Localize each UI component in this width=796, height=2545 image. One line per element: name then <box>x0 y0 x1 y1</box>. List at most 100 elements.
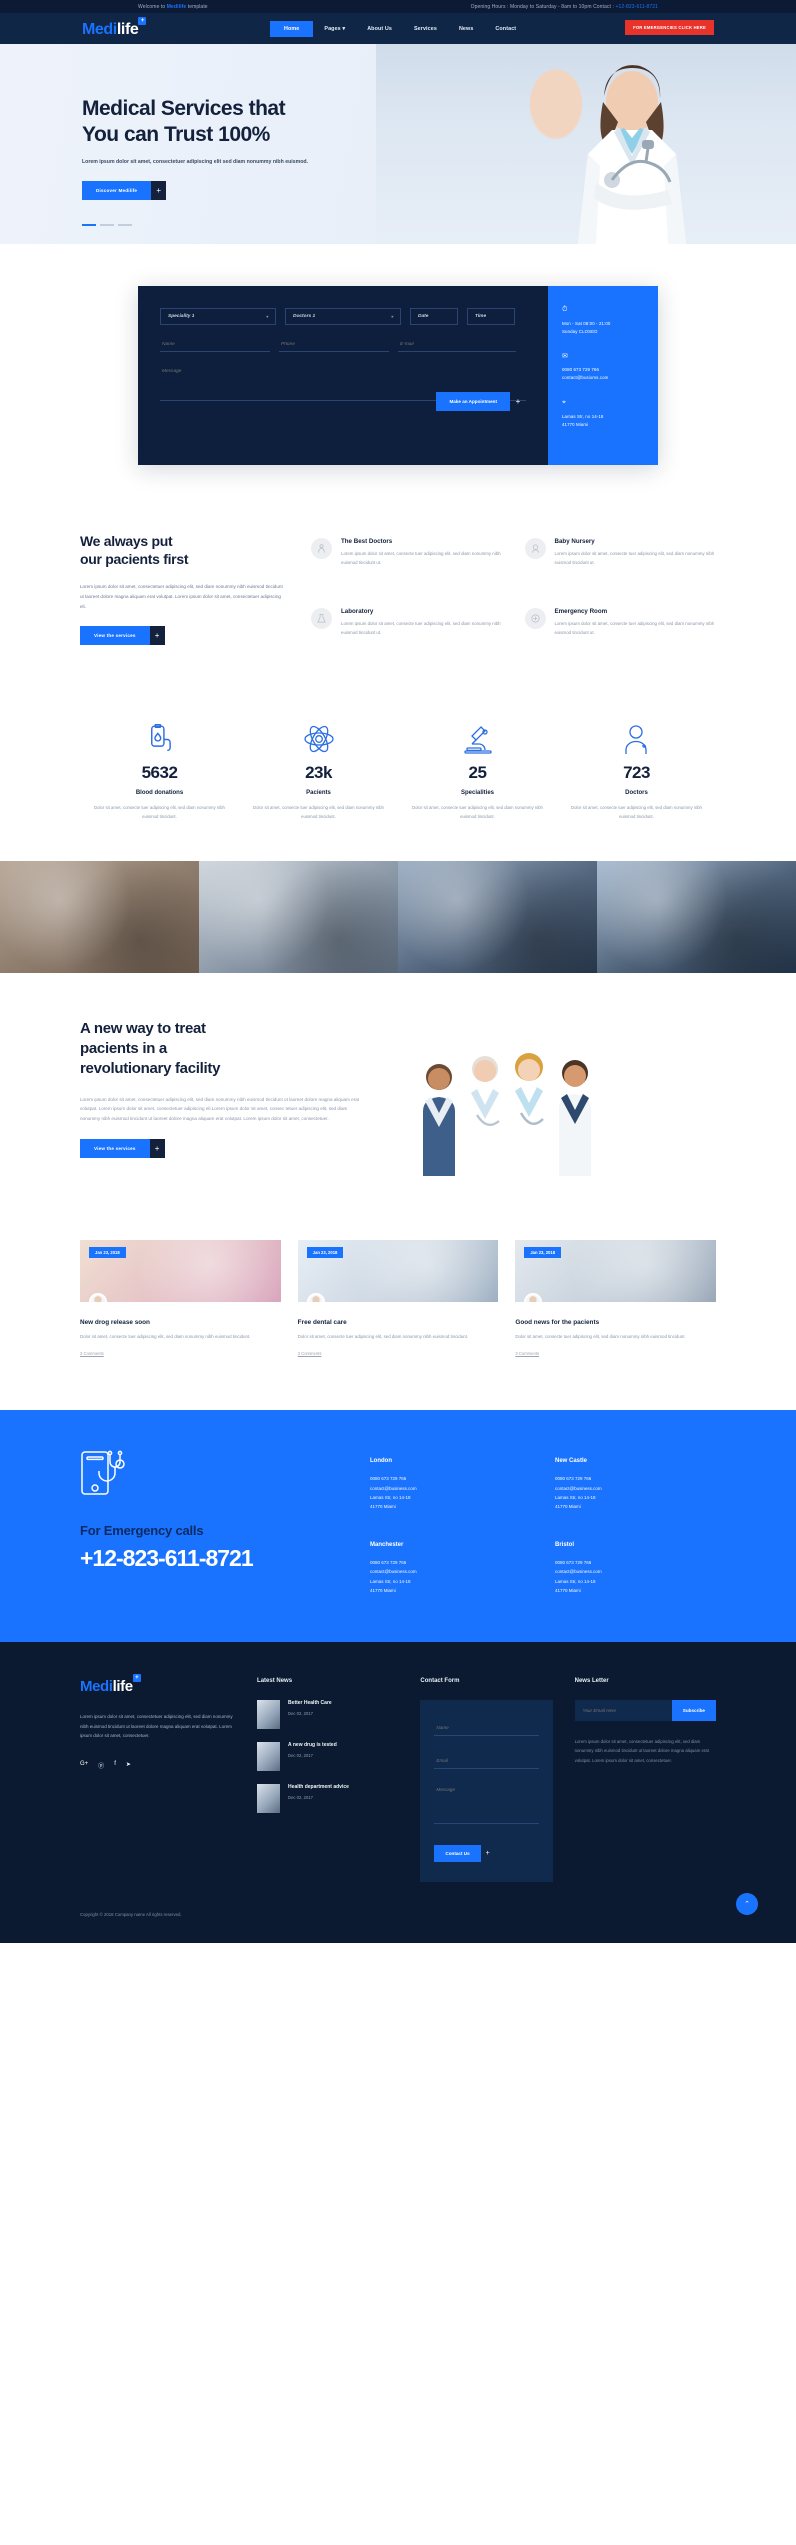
location-phone[interactable]: 0080 673 729 766 <box>555 1558 716 1567</box>
facility-view-services-button[interactable]: View the services + <box>80 1138 165 1158</box>
stats-section: 5632 Blood donations Dolor sit amet, con… <box>80 685 716 861</box>
latest-news-item-title[interactable]: Health department advice <box>288 1784 349 1790</box>
news-card[interactable]: Jan 23, 2018 Free dental care Dolor sit … <box>297 1240 499 1360</box>
footer-message-input[interactable] <box>434 1781 539 1824</box>
news-title[interactable]: New drog release soon <box>80 1319 281 1326</box>
view-services-button[interactable]: View the services + <box>80 626 165 646</box>
news-comments-link[interactable]: 3 Comments <box>80 1351 104 1356</box>
footer-latest-news: Latest News Better Health Care Dec 02, 2… <box>257 1678 398 1882</box>
info-phone[interactable]: 0080 673 729 766 <box>562 366 644 374</box>
slider-dot-2[interactable] <box>100 224 114 226</box>
emergency-heading: For Emergency calls <box>80 1523 204 1539</box>
location-email[interactable]: contact@business.com <box>370 1567 531 1576</box>
news-title[interactable]: Free dental care <box>298 1319 499 1326</box>
nav-item-news[interactable]: News <box>448 21 484 37</box>
emergency-button[interactable]: FOR EMERGENCIES CLICK HERE <box>625 20 714 35</box>
location-phone[interactable]: 0080 673 729 766 <box>370 1558 531 1567</box>
slider-dot-1[interactable] <box>82 224 96 226</box>
contact-us-button[interactable]: Contact Us + <box>434 1844 494 1862</box>
address-line-2: 41770 Miami <box>562 421 589 427</box>
location-email[interactable]: contact@business.com <box>555 1567 716 1576</box>
phone-stethoscope-icon <box>81 1450 125 1495</box>
service-item[interactable]: Emergency Room Lorem ipsum dolor sit ame… <box>524 608 717 645</box>
location-phone[interactable]: 0080 673 729 766 <box>370 1474 531 1483</box>
subscribe-button[interactable]: Subscribe <box>671 1699 716 1721</box>
plus-icon: + <box>515 397 521 406</box>
pinterest-icon[interactable]: ⓟ <box>98 1761 104 1770</box>
email-input[interactable] <box>398 338 516 352</box>
newsletter-email-input[interactable] <box>574 1699 672 1721</box>
speciality-select[interactable]: Speciality 1 ▾ <box>160 308 276 325</box>
service-desc: Lorem ipsum dolor sit amet, consecte tue… <box>341 550 501 565</box>
phone-input[interactable] <box>279 338 389 352</box>
opening-hours-text: Opening Hours : Monday to Saturday - 8am… <box>471 4 658 10</box>
news-date-badge: Jan 23, 2018 <box>524 1247 562 1259</box>
logo-plus-badge: + <box>138 17 147 25</box>
patients-first-title: We always put our pacients first <box>80 532 285 568</box>
hero-slider-dots[interactable] <box>82 224 132 226</box>
news-card[interactable]: Jan 23, 2018 Good news for the pacients … <box>515 1240 717 1360</box>
facility-body: Lorem ipsum dolor sit amet, consectetuer… <box>80 1096 360 1121</box>
service-title: Emergency Room <box>554 608 608 616</box>
news-thumbnail <box>257 1783 281 1813</box>
location-item: Manchester 0080 673 729 766 contact@busi… <box>370 1542 531 1596</box>
date-field[interactable]: Date <box>410 308 458 325</box>
location-item: London 0080 673 729 766 contact@business… <box>370 1458 531 1512</box>
news-desc: Dolor sit amet, consecte tuer adipiscing… <box>297 1334 469 1340</box>
service-item[interactable]: Laboratory Lorem ipsum dolor sit amet, c… <box>311 608 503 645</box>
author-avatar <box>524 1293 543 1303</box>
footer-logo[interactable]: Medilife + <box>80 1673 141 1695</box>
latest-news-item-title[interactable]: A new drug is tested <box>288 1742 337 1748</box>
service-item[interactable]: Baby Nursery Lorem ipsum dolor sit amet,… <box>524 537 717 575</box>
location-email[interactable]: contact@business.com <box>555 1484 716 1493</box>
topbar-phone-link[interactable]: +12-823-611-8721 <box>615 4 658 10</box>
stat-desc: Dolor sit amet, consecte tuer adipiscing… <box>94 805 225 819</box>
footer-name-input[interactable] <box>434 1719 539 1736</box>
info-email[interactable]: contact@busioms.com <box>562 374 644 382</box>
facebook-icon[interactable]: f <box>114 1761 116 1770</box>
discover-medilife-button[interactable]: Discover Medilife + <box>82 180 167 200</box>
latest-news-item[interactable]: Better Health Care Dec 02, 2017 <box>257 1699 398 1729</box>
news-title[interactable]: Good news for the pacients <box>515 1319 716 1326</box>
news-comments-link[interactable]: 3 Comments <box>298 1351 322 1356</box>
location-email[interactable]: contact@business.com <box>370 1484 531 1493</box>
nav-item-about-us[interactable]: About Us <box>356 21 403 37</box>
nav-item-home[interactable]: Home <box>270 20 314 37</box>
location-street: Lamas Str, no 14-18 <box>370 1578 411 1584</box>
name-input[interactable] <box>160 338 270 352</box>
footer-logo-medi: Medi <box>80 1677 113 1695</box>
scroll-to-top-button[interactable]: ⌃ <box>736 1892 758 1915</box>
page-root: Welcome to Medilife template Opening Hou… <box>0 0 796 1943</box>
nav-item-contact[interactable]: Contact <box>484 21 527 37</box>
hero-doctor-image <box>578 65 686 244</box>
time-field[interactable]: Time <box>467 308 515 325</box>
site-logo[interactable]: Medilife + <box>82 17 147 39</box>
google-plus-icon[interactable]: G+ <box>80 1761 88 1770</box>
twitter-icon[interactable]: ➤ <box>126 1761 131 1770</box>
gallery-image-operating-room <box>398 861 597 974</box>
date-value: Date <box>418 314 429 319</box>
emergency-phone-number[interactable]: +12-823-611-8721 <box>80 1545 350 1572</box>
plus-icon: + <box>151 180 167 200</box>
facility-team-image <box>393 1041 716 1177</box>
news-image-pills: Jan 23, 2018 <box>80 1240 281 1303</box>
opening-hours-label: Opening Hours : Monday to Saturday - 8am… <box>470 3 616 10</box>
latest-news-item[interactable]: A new drug is tested Dec 02, 2017 <box>257 1741 398 1771</box>
make-appointment-button[interactable]: Make an Appointment + <box>436 392 526 411</box>
gallery-image-food <box>0 861 199 974</box>
hero-section: Medical Services that You can Trust 100%… <box>0 44 796 244</box>
slider-dot-3[interactable] <box>118 224 132 226</box>
location-phone[interactable]: 0080 673 729 766 <box>555 1474 716 1483</box>
clock-icon: ⏱ <box>562 306 568 313</box>
news-comments-link[interactable]: 3 Comments <box>515 1351 539 1356</box>
nav-item-pages[interactable]: Pages ▾ <box>313 21 356 37</box>
info-hours: ⏱ Mon - Sat 08:00 - 21:00 Sunday CLOSED <box>562 306 644 336</box>
latest-news-item[interactable]: Health department advice Dec 02, 2017 <box>257 1783 398 1813</box>
welcome-brand: Medilife <box>166 3 187 10</box>
footer-email-input[interactable] <box>434 1752 539 1769</box>
doctors-select[interactable]: Doctors 1 ▾ <box>285 308 401 325</box>
latest-news-item-title[interactable]: Better Health Care <box>288 1700 332 1706</box>
nav-item-services[interactable]: Services <box>403 21 448 37</box>
service-item[interactable]: The Best Doctors Lorem ipsum dolor sit a… <box>311 537 503 575</box>
news-card[interactable]: Jan 23, 2018 New drog release soon Dolor… <box>80 1240 281 1360</box>
